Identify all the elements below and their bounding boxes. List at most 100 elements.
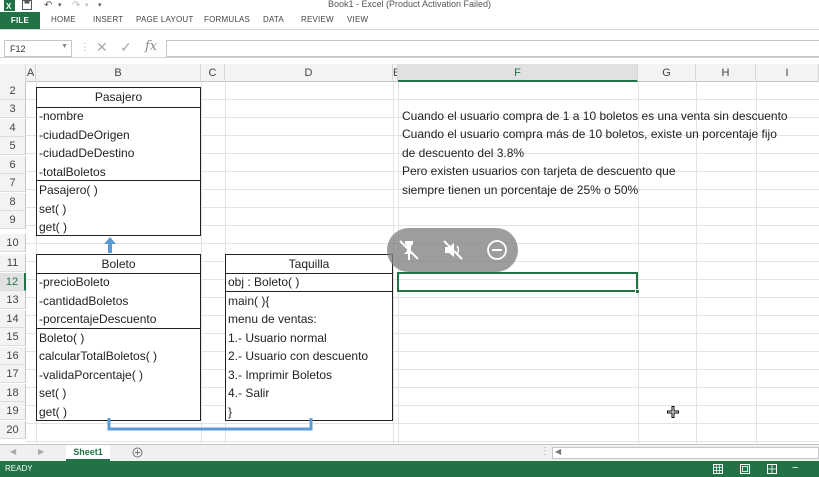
- row-header[interactable]: 15: [0, 328, 26, 346]
- zoom-out-icon[interactable]: −: [792, 462, 798, 474]
- attribute: -precioBoleto: [39, 275, 110, 289]
- ribbon-tabs: FILE HOME INSERT PAGE LAYOUT FORMULAS DA…: [0, 12, 819, 30]
- class-name-taquilla: Taquilla: [288, 257, 330, 271]
- cancel-icon[interactable]: ✕: [96, 39, 108, 56]
- column-header-f[interactable]: F: [398, 64, 638, 82]
- row-header[interactable]: 14: [0, 310, 26, 328]
- enter-icon[interactable]: ✓: [120, 39, 132, 56]
- column-header-g[interactable]: G: [638, 64, 696, 82]
- row-header[interactable]: 2: [0, 82, 26, 100]
- row-header[interactable]: 3: [0, 100, 26, 118]
- inheritance-arrow-icon: [104, 237, 116, 253]
- insert-function-icon[interactable]: fx: [145, 39, 157, 54]
- class-box-taquilla: Taquilla obj : Boleto( ) main( ){ menu d…: [225, 254, 393, 421]
- minimize-circle-icon[interactable]: [484, 237, 510, 263]
- tab-formulas[interactable]: FORMULAS: [204, 15, 250, 24]
- row-header[interactable]: 8: [0, 193, 26, 211]
- sheet-tab-sheet1[interactable]: Sheet1: [66, 445, 110, 461]
- column-header-a[interactable]: A: [26, 64, 36, 82]
- class-name-boleto: Boleto: [101, 257, 136, 271]
- row-header[interactable]: 17: [0, 365, 26, 383]
- tab-view[interactable]: VIEW: [347, 15, 368, 24]
- note-line: de descuento del 3.8%: [402, 146, 525, 160]
- page-break-view-icon[interactable]: [767, 464, 777, 474]
- row-header-active[interactable]: 12: [0, 273, 26, 291]
- tab-data[interactable]: DATA: [263, 15, 284, 24]
- attribute: -totalBoletos: [39, 165, 106, 179]
- select-all-corner[interactable]: [0, 64, 26, 82]
- mute-icon[interactable]: [440, 237, 466, 263]
- method: 4.- Salir: [228, 386, 270, 400]
- horizontal-scrollbar[interactable]: ◀: [552, 447, 819, 459]
- method: Boleto( ): [39, 331, 85, 345]
- method: Pasajero( ): [39, 183, 98, 197]
- column-header-i[interactable]: I: [756, 64, 819, 82]
- note-line: Pero existen usuarios con tarjeta de des…: [402, 164, 676, 178]
- attribute: -ciudadDeOrigen: [39, 128, 130, 142]
- column-header-d[interactable]: D: [225, 64, 393, 82]
- association-connector: [107, 418, 313, 431]
- method: get( ): [39, 220, 68, 234]
- row-header[interactable]: 11: [0, 254, 26, 272]
- page-layout-view-icon[interactable]: [740, 464, 750, 474]
- tab-review[interactable]: REVIEW: [301, 15, 334, 24]
- column-header-c[interactable]: C: [201, 64, 225, 82]
- plus-circle-icon[interactable]: [132, 447, 143, 458]
- window-title: Book1 - Excel (Product Activation Failed…: [327, 0, 492, 9]
- attribute: -porcentajeDescuento: [39, 312, 157, 326]
- row-header[interactable]: 6: [0, 156, 26, 174]
- row-header[interactable]: 7: [0, 174, 26, 192]
- row-header[interactable]: 19: [0, 402, 26, 420]
- tab-home[interactable]: HOME: [51, 15, 76, 24]
- name-box-value: F12: [10, 44, 26, 54]
- column-header-b[interactable]: B: [36, 64, 201, 82]
- tab-insert[interactable]: INSERT: [93, 15, 123, 24]
- row-header[interactable]: 20: [0, 421, 26, 439]
- attribute: -ciudadDeDestino: [39, 146, 135, 160]
- note-line: siempre tienen un porcentaje de 25% o 50…: [402, 183, 639, 197]
- normal-view-icon[interactable]: [713, 464, 723, 474]
- cursor-crosshair-icon: [667, 406, 679, 418]
- row-header[interactable]: 4: [0, 119, 26, 137]
- recording-overlay: [387, 228, 518, 272]
- attribute: obj : Boleto( ): [228, 275, 300, 289]
- method: 1.- Usuario normal: [228, 331, 327, 345]
- name-box-dropdown-icon[interactable]: ▼: [61, 43, 68, 50]
- method: set( ): [39, 386, 67, 400]
- row-header[interactable]: 10: [0, 234, 26, 252]
- sheet-tab-bar: ◀ ▶ Sheet1 ⋮ ◀: [0, 444, 819, 461]
- formula-input[interactable]: [166, 40, 819, 57]
- method: get( ): [39, 405, 68, 419]
- tab-file[interactable]: FILE: [0, 12, 40, 29]
- title-bar: X ↶ ▾ ↷ ▾ ▾ Book1 - Excel (Product Activ…: [0, 0, 819, 12]
- method: set( ): [39, 202, 67, 216]
- row-header[interactable]: 16: [0, 347, 26, 365]
- attribute: -nombre: [39, 109, 84, 123]
- fill-handle[interactable]: [635, 289, 640, 294]
- tab-page-layout[interactable]: PAGE LAYOUT: [136, 15, 193, 24]
- class-box-pasajero: Pasajero -nombre -ciudadDeOrigen -ciudad…: [36, 87, 201, 236]
- scroll-left-icon[interactable]: ◀: [555, 447, 561, 456]
- method: 3.- Imprimir Boletos: [228, 368, 333, 382]
- row-header[interactable]: 5: [0, 137, 26, 155]
- method: menu de ventas:: [228, 312, 317, 326]
- scroll-sheets-left-icon[interactable]: ◀: [10, 447, 16, 456]
- row-header[interactable]: 9: [0, 211, 26, 229]
- method: 2.- Usuario con descuento: [228, 349, 369, 363]
- column-headers: A B C D E F G H I: [0, 64, 819, 82]
- status-bar: READY −: [0, 461, 819, 477]
- pin-off-icon[interactable]: [396, 237, 422, 263]
- selected-cell-f12[interactable]: [397, 272, 640, 294]
- class-name-pasajero: Pasajero: [94, 90, 143, 104]
- column-header-h[interactable]: H: [696, 64, 756, 82]
- name-box[interactable]: F12 ▼: [4, 40, 72, 57]
- tab-split-handle-icon[interactable]: ⋮: [540, 446, 550, 457]
- row-header[interactable]: 18: [0, 384, 26, 402]
- method: -validaPorcentaje( ): [39, 368, 144, 382]
- scroll-sheets-right-icon[interactable]: ▶: [38, 447, 44, 456]
- formula-bar: F12 ▼ ⋮ ✕ ✓ fx: [0, 38, 819, 58]
- attribute: -cantidadBoletos: [39, 294, 129, 308]
- note-line: Cuando el usuario compra más de 10 bolet…: [402, 127, 777, 141]
- note-line: Cuando el usuario compra de 1 a 10 bolet…: [402, 109, 788, 123]
- row-header[interactable]: 13: [0, 291, 26, 309]
